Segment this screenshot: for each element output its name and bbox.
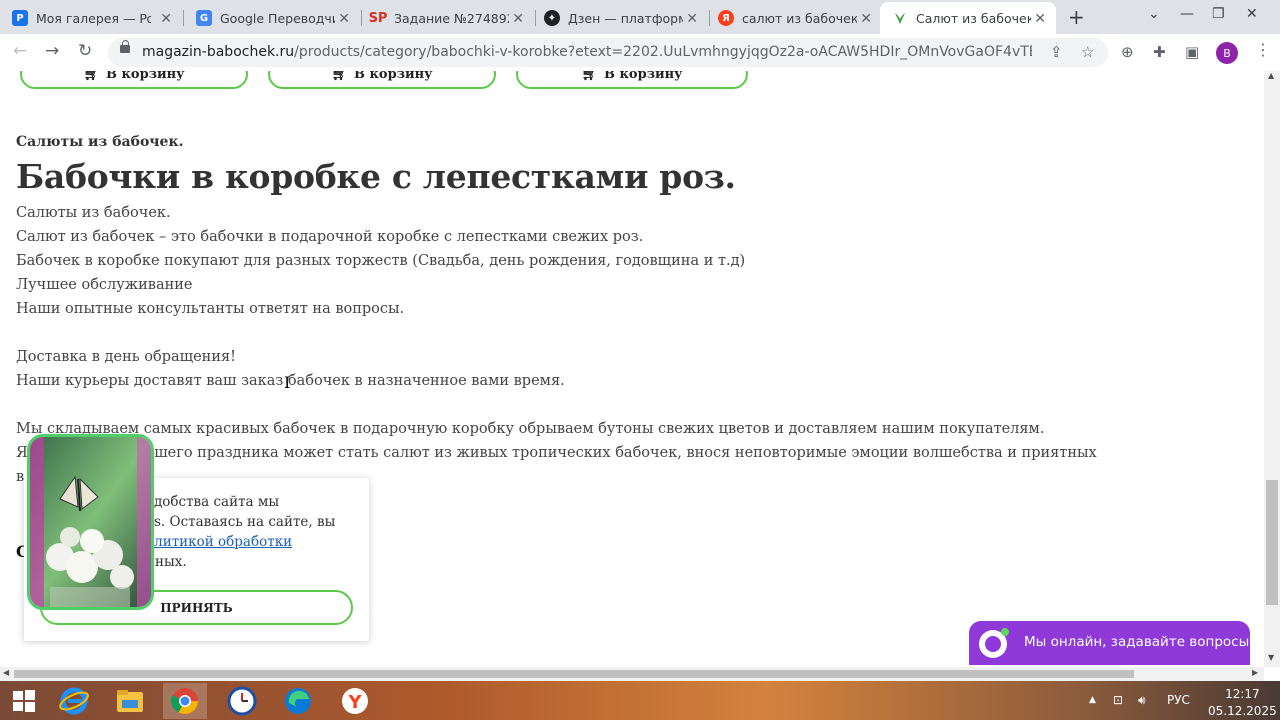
scroll-thumb[interactable] xyxy=(1266,480,1278,605)
edge-icon[interactable] xyxy=(276,683,320,719)
text-line: Наши опытные консультанты ответят на воп… xyxy=(16,301,405,317)
text-line: Салюты из бабочек. xyxy=(16,205,171,221)
text-line: Лучшее обслуживание xyxy=(16,277,193,293)
tab-postimage[interactable]: P Моя галерея — Post ✕ xyxy=(0,2,182,34)
add-to-cart-button[interactable]: 🛒︎ В корзину xyxy=(516,71,748,89)
cart-icon: 🛒︎ xyxy=(83,71,101,82)
profile-avatar[interactable]: B xyxy=(1216,42,1238,64)
extensions-puzzle-icon[interactable]: ✚ xyxy=(1153,43,1166,61)
file-explorer-icon[interactable] xyxy=(108,683,152,719)
cookie-text: удобства сайта мы es. Оставаясь на сайте… xyxy=(146,494,336,570)
vertical-scrollbar[interactable]: ▲ ▼ xyxy=(1264,71,1280,667)
side-panel-icon[interactable]: ▣ xyxy=(1185,43,1199,61)
text-line: Я ым эпизодом вашего праздника может ста… xyxy=(16,445,1097,461)
add-to-cart-button[interactable]: 🛒︎ В корзину xyxy=(20,71,248,89)
tab-yandex-search[interactable]: Я салют из бабочек — ✕ xyxy=(706,2,882,34)
language-indicator[interactable]: РУС xyxy=(1167,693,1190,707)
scroll-right-arrow-icon[interactable]: ▶ xyxy=(1252,668,1258,677)
cart-icon: 🛒︎ xyxy=(331,71,349,82)
windows-taskbar: Y ▲ ⊡ 🔊︎ РУС 12:17 05.12.2025 xyxy=(0,681,1280,720)
text-line: в xyxy=(16,469,25,485)
postimage-icon: P xyxy=(12,10,28,26)
dzen-icon: ✦ xyxy=(544,10,560,26)
restore-icon[interactable]: ❐ xyxy=(1212,6,1225,22)
forward-icon[interactable]: → xyxy=(45,41,59,61)
clock-app-icon[interactable] xyxy=(220,683,264,719)
yandex-browser-icon[interactable]: Y xyxy=(333,683,377,719)
add-to-cart-button[interactable]: 🛒︎ В корзину xyxy=(268,71,496,89)
tab-search-icon[interactable]: ⌄ xyxy=(1148,6,1160,22)
chrome-icon[interactable] xyxy=(163,683,207,719)
minimize-icon[interactable]: — xyxy=(1180,6,1194,22)
online-chat-widget[interactable]: Мы онлайн, задавайте вопросы! xyxy=(969,621,1255,665)
scroll-up-arrow-icon[interactable]: ▲ xyxy=(1268,71,1274,80)
bookmark-star-icon[interactable]: ☆ xyxy=(1081,43,1094,61)
new-tab-button[interactable]: + xyxy=(1068,5,1085,29)
cart-icon: 🛒︎ xyxy=(581,71,599,82)
horizontal-scrollbar[interactable]: ◀ ▶ xyxy=(0,667,1264,681)
privacy-policy-link[interactable]: олитикой обработки xyxy=(146,534,292,550)
yandex-icon: Я xyxy=(718,10,734,26)
system-clock[interactable]: 12:17 05.12.2025 xyxy=(1208,686,1277,720)
start-button-icon[interactable] xyxy=(2,683,46,719)
text-line: Салют из бабочек – это бабочки в подароч… xyxy=(16,229,644,245)
section-subtitle: Салюты из бабочек. xyxy=(16,134,184,150)
close-tab-icon[interactable]: ✕ xyxy=(512,11,524,27)
share-icon[interactable]: ⇪ xyxy=(1050,43,1063,61)
network-icon[interactable]: ⊡ xyxy=(1113,693,1123,707)
web-page: 🛒︎ В корзину 🛒︎ В корзину 🛒︎ В корзину Салю… xyxy=(0,71,1264,667)
back-icon[interactable]: ← xyxy=(13,41,27,61)
text-line: Бабочек в коробке покупают для разных то… xyxy=(16,253,746,269)
chat-bubble-icon xyxy=(979,628,1009,658)
url-text[interactable]: magazin-babochek.ru/products/category/ba… xyxy=(142,44,1032,60)
close-tab-icon[interactable]: ✕ xyxy=(860,11,872,27)
close-tab-icon[interactable]: ✕ xyxy=(160,11,172,27)
google-translate-icon: G xyxy=(196,10,212,26)
tab-strip: P Моя галерея — Post ✕ G Google Переводч… xyxy=(0,0,1280,34)
tab-sp-task[interactable]: SP Задание №2748925 ✕ xyxy=(358,2,534,34)
tab-active-butterfly-shop[interactable]: Салют из бабочек, к ✕ xyxy=(880,2,1056,34)
internet-explorer-icon[interactable] xyxy=(52,683,96,719)
page-heading: Бабочки в коробке с лепестками роз. xyxy=(16,157,736,196)
tab-dzen[interactable]: ✦ Дзен — платформа ✕ xyxy=(532,2,708,34)
close-tab-icon[interactable]: ✕ xyxy=(686,11,698,27)
translate-extension-icon[interactable]: ⊕ xyxy=(1121,43,1134,61)
svg-text:Y: Y xyxy=(347,692,362,713)
volume-icon[interactable]: 🔊︎ xyxy=(1138,693,1146,708)
tab-google-translate[interactable]: G Google Переводчик ✕ xyxy=(184,2,360,34)
browser-menu-icon[interactable]: ⋮ xyxy=(1255,40,1271,59)
scroll-left-arrow-icon[interactable]: ◀ xyxy=(3,668,9,677)
text-line: Доставка в день обращения! xyxy=(16,349,236,365)
address-bar[interactable]: magazin-babochek.ru/products/category/ba… xyxy=(108,38,1108,67)
tray-expand-icon[interactable]: ▲ xyxy=(1089,695,1096,705)
browser-toolbar: ← → ↻ magazin-babochek.ru/products/categ… xyxy=(0,34,1280,105)
reload-icon[interactable]: ↻ xyxy=(78,41,92,61)
close-tab-icon[interactable]: ✕ xyxy=(338,11,350,27)
sp-icon: SP xyxy=(368,10,388,26)
scroll-down-arrow-icon[interactable]: ▼ xyxy=(1268,653,1274,662)
butterfly-video-widget[interactable] xyxy=(27,434,154,610)
text-line: Мы складываем самых красивых бабочек в п… xyxy=(16,421,1045,437)
close-window-icon[interactable]: ✕ xyxy=(1246,6,1258,22)
text-cursor-icon: I xyxy=(284,373,291,392)
close-tab-icon[interactable]: ✕ xyxy=(1034,11,1046,27)
butterfly-icon xyxy=(892,10,908,26)
lock-icon[interactable] xyxy=(120,40,130,53)
text-line: Наши курьеры доставят ваш заказ бабочек … xyxy=(16,373,565,389)
scroll-thumb[interactable] xyxy=(14,670,1134,678)
